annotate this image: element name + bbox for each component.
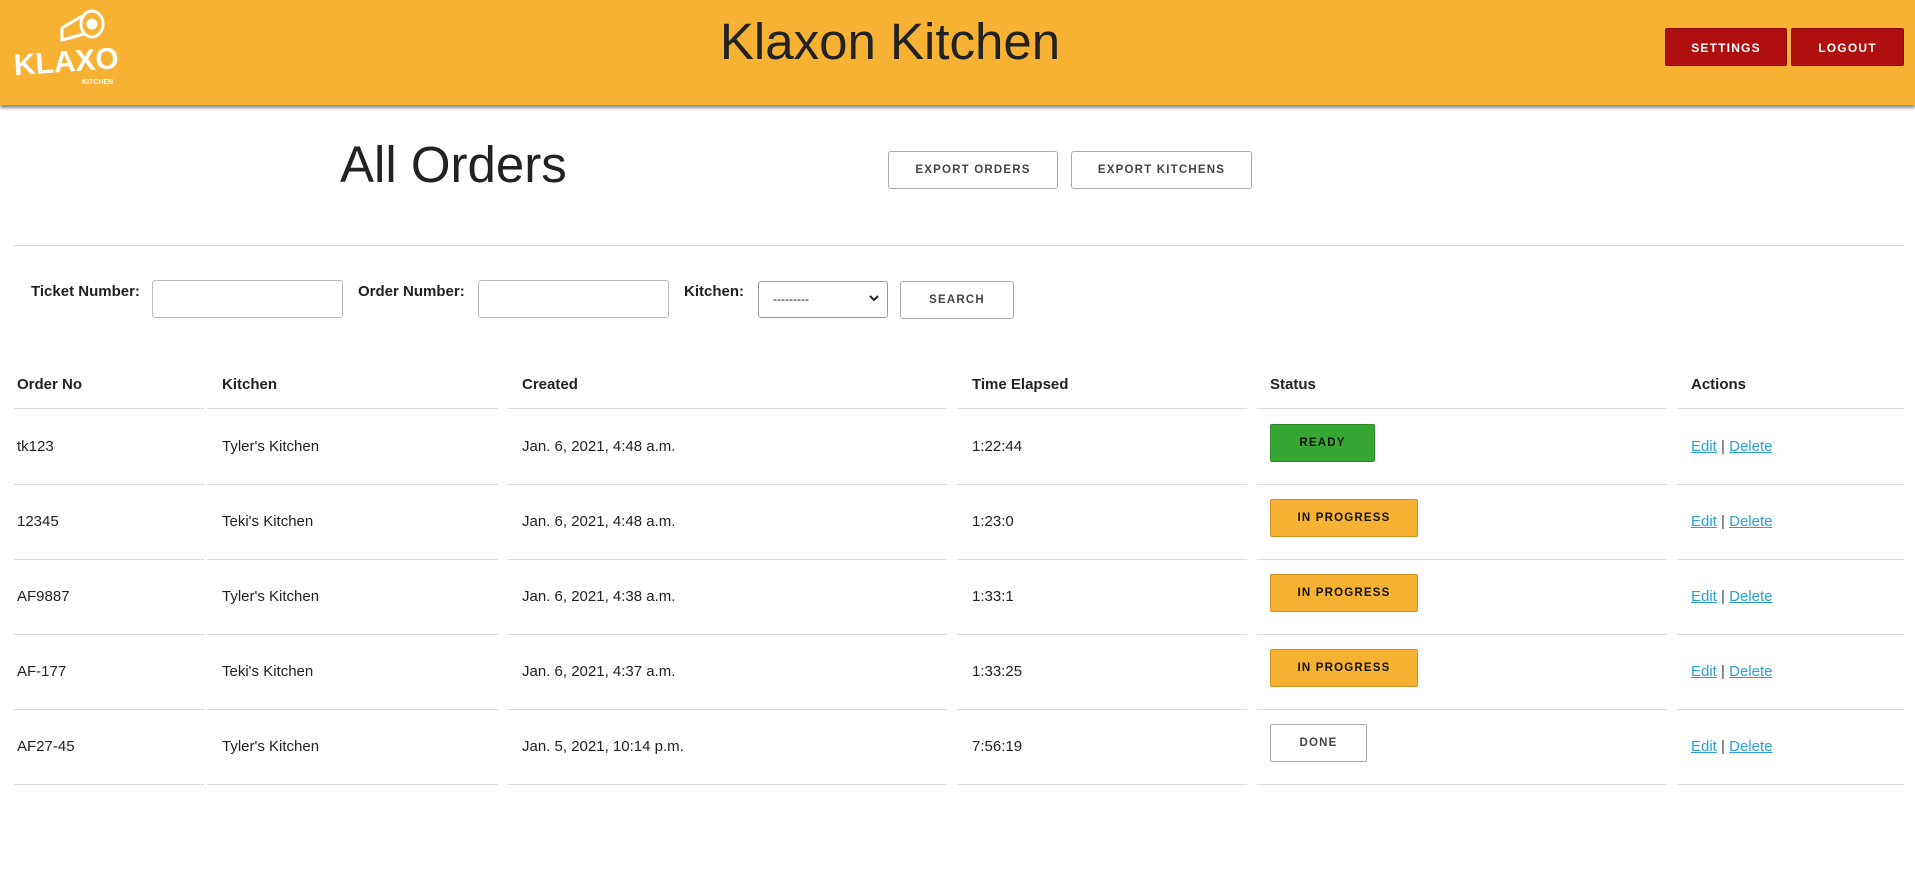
section-divider [14,245,1904,246]
column-header-created: Created [522,376,578,393]
delete-link[interactable]: Delete [1729,663,1772,680]
created-cell: Jan. 6, 2021, 4:48 a.m. [522,513,676,530]
kitchen-select[interactable]: --------- [758,281,888,318]
actions-cell: Edit | Delete [1691,738,1772,755]
column-header-status: Status [1270,376,1316,393]
time-elapsed-cell: 1:33:25 [972,663,1023,680]
search-button[interactable]: SEARCH [900,281,1014,319]
kitchen-label: Kitchen: [684,283,744,300]
actions-cell: Edit | Delete [1691,438,1772,455]
created-cell: Jan. 6, 2021, 4:48 a.m. [522,438,676,455]
edit-link[interactable]: Edit [1691,513,1717,530]
logout-button[interactable]: LOGOUT [1791,28,1904,66]
actions-cell: Edit | Delete [1691,588,1772,605]
separator: | [1721,663,1725,680]
table-row: AF9887 Tyler's Kitchen Jan. 6, 2021, 4:3… [14,560,1904,635]
edit-link[interactable]: Edit [1691,663,1717,680]
table-row: AF27-45 Tyler's Kitchen Jan. 5, 2021, 10… [14,710,1904,785]
export-orders-button[interactable]: EXPORT ORDERS [888,151,1058,189]
order-number-input[interactable] [478,280,669,318]
table-row: 12345 Teki's Kitchen Jan. 6, 2021, 4:48 … [14,485,1904,560]
export-kitchens-button[interactable]: EXPORT KITCHENS [1071,151,1252,189]
time-elapsed-cell: 1:33:1 [972,588,1014,605]
delete-link[interactable]: Delete [1729,438,1772,455]
chevron-down-icon [869,295,879,302]
separator: | [1721,438,1725,455]
order-no-cell: 12345 [17,513,59,530]
kitchen-cell: Tyler's Kitchen [222,738,320,755]
kitchen-cell: Tyler's Kitchen [222,438,320,455]
delete-link[interactable]: Delete [1729,513,1772,530]
created-cell: Jan. 6, 2021, 4:37 a.m. [522,663,676,680]
created-cell: Jan. 5, 2021, 10:14 p.m. [522,738,684,755]
kitchen-cell: Teki's Kitchen [222,513,314,530]
ticket-number-label: Ticket Number: [31,283,140,300]
status-button-in-progress[interactable]: IN PROGRESS [1270,574,1418,612]
column-header-order-no: Order No [17,376,83,393]
status-button-in-progress[interactable]: IN PROGRESS [1270,649,1418,687]
order-no-cell: AF27-45 [17,738,75,755]
separator: | [1721,513,1725,530]
page-title: All Orders [340,136,567,193]
edit-link[interactable]: Edit [1691,738,1717,755]
status-button-done[interactable]: DONE [1270,724,1367,762]
delete-link[interactable]: Delete [1729,588,1772,605]
edit-link[interactable]: Edit [1691,438,1717,455]
order-no-cell: AF9887 [17,588,70,605]
order-no-cell: tk123 [17,438,54,455]
ticket-number-input[interactable] [152,280,343,318]
app-title: Klaxon Kitchen [719,13,1061,70]
separator: | [1721,588,1725,605]
separator: | [1721,738,1725,755]
app-header: KLAXON KITCHEN Klaxon Kitchen SETTINGS L… [0,0,1915,105]
order-no-cell: AF-177 [17,663,67,680]
time-elapsed-cell: 1:23:0 [972,513,1014,530]
delete-link[interactable]: Delete [1729,738,1772,755]
column-header-actions: Actions [1691,376,1747,393]
order-number-label: Order Number: [358,283,465,300]
status-button-ready[interactable]: READY [1270,424,1375,462]
table-row: tk123 Tyler's Kitchen Jan. 6, 2021, 4:48… [14,410,1904,485]
time-elapsed-cell: 7:56:19 [972,738,1023,755]
kitchen-select-value: --------- [773,292,809,306]
column-header-kitchen: Kitchen [222,376,278,393]
created-cell: Jan. 6, 2021, 4:38 a.m. [522,588,676,605]
kitchen-cell: Tyler's Kitchen [222,588,320,605]
settings-button[interactable]: SETTINGS [1665,28,1787,66]
edit-link[interactable]: Edit [1691,588,1717,605]
status-button-in-progress[interactable]: IN PROGRESS [1270,499,1418,537]
time-elapsed-cell: 1:22:44 [972,438,1023,455]
kitchen-cell: Teki's Kitchen [222,663,314,680]
table-row: AF-177 Teki's Kitchen Jan. 6, 2021, 4:37… [14,635,1904,710]
actions-cell: Edit | Delete [1691,663,1772,680]
column-header-time-elapsed: Time Elapsed [972,376,1069,393]
actions-cell: Edit | Delete [1691,513,1772,530]
svg-text:KITCHEN: KITCHEN [82,79,113,86]
